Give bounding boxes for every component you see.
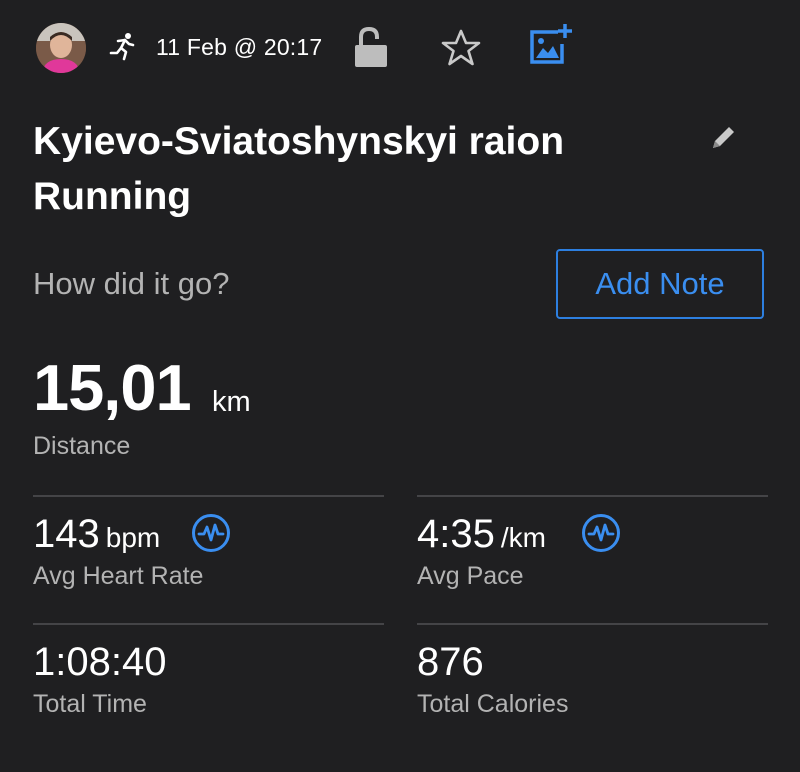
total-calories-value: 876	[417, 640, 484, 684]
pace-unit: /km	[500, 522, 546, 553]
distance-unit: km	[212, 386, 251, 418]
add-photo-icon[interactable]	[528, 22, 574, 66]
note-prompt: How did it go?	[33, 266, 230, 301]
pace-label: Avg Pace	[417, 562, 524, 590]
heart-rate-value: 143	[33, 512, 100, 556]
heart-rate-chart-icon[interactable]	[191, 513, 231, 553]
activity-date: 11 Feb @ 20:17	[156, 34, 323, 60]
running-icon	[108, 31, 138, 61]
distance-label: Distance	[33, 432, 131, 460]
distance-value: 15,01	[33, 351, 192, 424]
divider	[417, 623, 768, 625]
divider	[33, 495, 384, 497]
heart-rate-unit: bpm	[105, 522, 161, 553]
star-icon[interactable]	[440, 28, 482, 68]
add-note-button[interactable]: Add Note	[556, 249, 764, 319]
pace-stat: 4:35/km	[417, 512, 546, 557]
pencil-icon[interactable]	[707, 122, 739, 154]
pace-value: 4:35	[417, 512, 495, 556]
heart-rate-stat: 143 bpm	[33, 512, 160, 557]
heart-rate-label: Avg Heart Rate	[33, 562, 204, 590]
divider	[33, 623, 384, 625]
total-time-label: Total Time	[33, 690, 147, 718]
unlock-icon[interactable]	[353, 26, 389, 69]
total-calories-label: Total Calories	[417, 690, 569, 718]
activity-detail-screen: 11 Feb @ 20:17 Kyievo-Sviatoshynskyi rai…	[0, 0, 800, 772]
divider	[417, 495, 768, 497]
activity-title: Kyievo-Sviatoshynskyi raion Running	[33, 120, 565, 218]
total-time-value: 1:08:40	[33, 640, 167, 684]
pace-chart-icon[interactable]	[581, 513, 621, 553]
avatar[interactable]	[36, 23, 86, 73]
